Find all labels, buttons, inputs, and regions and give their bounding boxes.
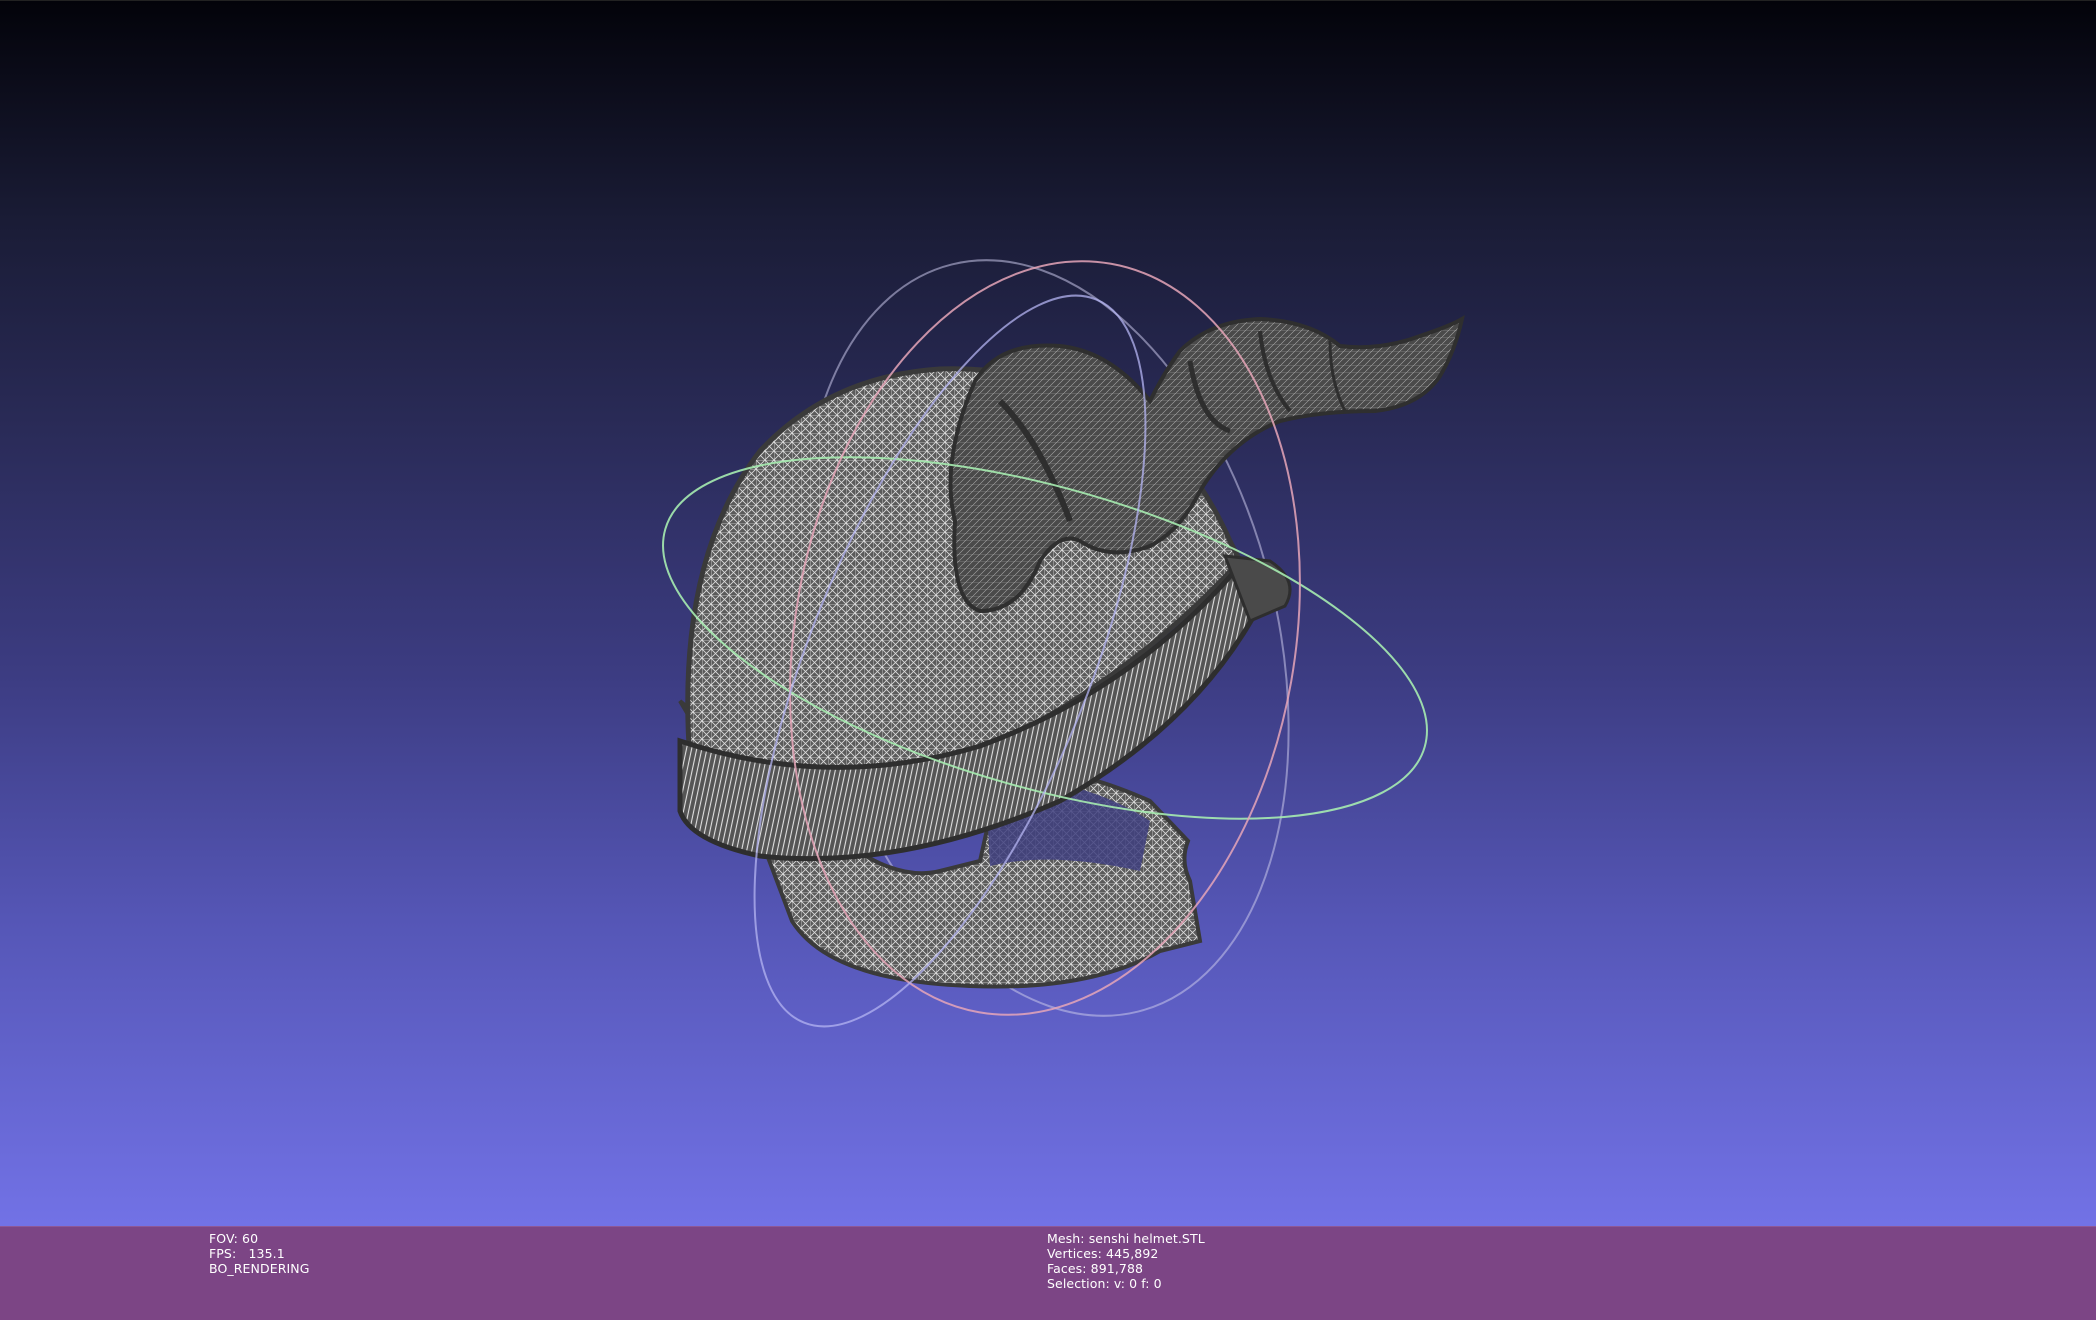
3d-viewport[interactable] — [0, 0, 2096, 1226]
vertices-label: Vertices: 445,892 — [1047, 1246, 1159, 1261]
mesh-scene[interactable] — [0, 1, 2096, 1226]
faces-label: Faces: 891,788 — [1047, 1261, 1144, 1276]
selection-label: Selection: v: 0 f: 0 — [1047, 1276, 1162, 1291]
render-info: FOV: 60 FPS: 135.1 BO_RENDERING — [209, 1231, 310, 1276]
render-mode-label: BO_RENDERING — [209, 1261, 310, 1276]
mesh-name-label: Mesh: senshi helmet.STL — [1047, 1231, 1205, 1246]
mesh-info: Mesh: senshi helmet.STL Vertices: 445,89… — [1047, 1231, 1205, 1291]
fps-label: FPS: 135.1 — [209, 1246, 285, 1261]
status-info-bar: FOV: 60 FPS: 135.1 BO_RENDERING Mesh: se… — [0, 1226, 2096, 1320]
fov-label: FOV: 60 — [209, 1231, 259, 1246]
